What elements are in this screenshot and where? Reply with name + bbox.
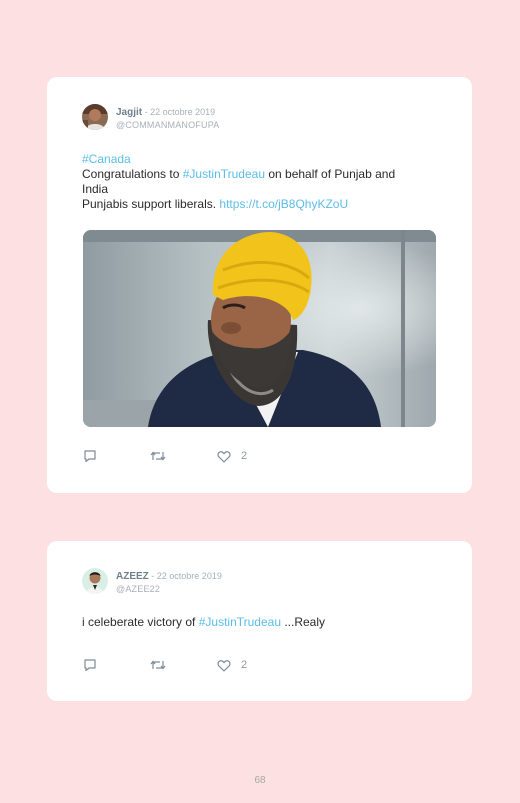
tweet-text-segment: Punjabis support liberals. — [82, 197, 220, 211]
author-handle[interactable]: @AZEE22 — [116, 583, 222, 595]
tweet-actions: 2 — [83, 449, 284, 463]
tweet-text-segment: on behalf of Punjab and — [265, 167, 396, 181]
like-button[interactable]: 2 — [217, 659, 284, 672]
tweet-text-segment: Congratulations to — [82, 167, 183, 181]
page-number: 68 — [254, 775, 266, 786]
hashtag-link[interactable]: #Canada — [82, 152, 131, 166]
avatar[interactable] — [82, 104, 108, 130]
page: Jagjit - 22 octobre 2019 @COMMANMANOFUPA… — [0, 0, 520, 803]
retweet-button[interactable] — [150, 658, 217, 672]
tweet-url-link[interactable]: https://t.co/jB8QhyKZoU — [219, 197, 348, 211]
tweet-header: Jagjit - 22 octobre 2019 @COMMANMANOFUPA — [82, 104, 219, 131]
like-count: 2 — [241, 659, 248, 671]
retweet-icon — [150, 451, 166, 461]
hashtag-link[interactable]: #JustinTrudeau — [183, 167, 265, 181]
reply-icon — [84, 659, 96, 672]
retweet-button[interactable] — [150, 449, 217, 463]
retweet-icon — [150, 660, 166, 670]
tweet-card: Jagjit - 22 octobre 2019 @COMMANMANOFUPA… — [47, 77, 472, 493]
reply-icon — [84, 450, 96, 463]
like-button[interactable]: 2 — [217, 450, 284, 463]
tweet-text: i celeberate victory of #JustinTrudeau .… — [82, 615, 442, 630]
reply-button[interactable] — [83, 449, 150, 463]
tweet-text-segment: ...Realy — [281, 615, 326, 629]
tweet-text-segment: i celeberate victory of — [82, 615, 199, 629]
author-name[interactable]: AZEEZ — [116, 571, 149, 582]
tweet-text-segment: India — [82, 182, 109, 196]
like-count: 2 — [241, 450, 248, 462]
tweet-date: - 22 octobre 2019 — [142, 107, 216, 117]
avatar[interactable] — [82, 568, 108, 594]
profile-photo-icon — [82, 104, 108, 130]
hashtag-link[interactable]: #JustinTrudeau — [199, 615, 281, 629]
profile-photo-icon — [82, 568, 108, 594]
heart-icon — [217, 659, 231, 672]
tweet-meta: AZEEZ - 22 octobre 2019 @AZEE22 — [116, 570, 222, 595]
author-handle[interactable]: @COMMANMANOFUPA — [116, 119, 219, 131]
heart-icon — [217, 450, 231, 463]
tweet-actions: 2 — [83, 658, 284, 672]
author-name[interactable]: Jagjit — [116, 107, 142, 118]
tweet-text: #Canada Congratulations to #JustinTrudea… — [82, 152, 442, 212]
reply-button[interactable] — [83, 658, 150, 672]
tweet-card: AZEEZ - 22 octobre 2019 @AZEE22 i celebe… — [47, 541, 472, 701]
tweet-header: AZEEZ - 22 octobre 2019 @AZEE22 — [82, 568, 222, 595]
tweet-image[interactable] — [83, 230, 436, 427]
tweet-meta: Jagjit - 22 octobre 2019 @COMMANMANOFUPA — [116, 106, 219, 131]
man-in-yellow-turban-photo — [83, 230, 436, 427]
tweet-date: - 22 octobre 2019 — [148, 571, 222, 581]
